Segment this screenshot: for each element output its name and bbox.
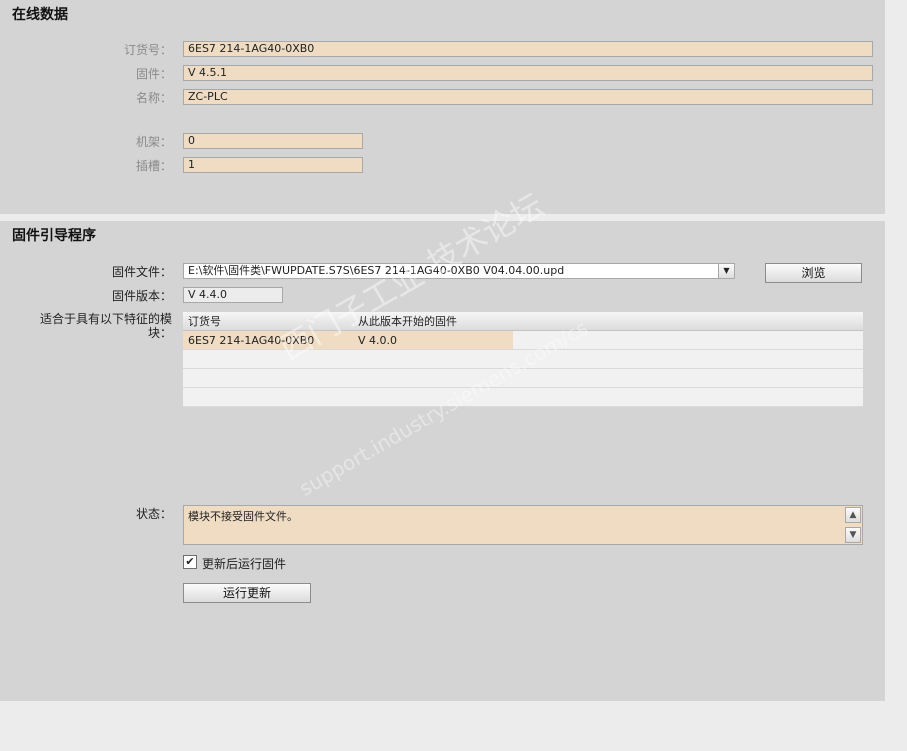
col-firmware-from[interactable]: 从此版本开始的固件	[353, 312, 863, 331]
scroll-up-icon[interactable]: ▲	[845, 507, 861, 523]
run-update-button[interactable]: 运行更新	[183, 583, 311, 603]
table-row[interactable]	[183, 368, 863, 388]
browse-button[interactable]: 浏览	[765, 263, 862, 283]
firmware-version-field: V 4.4.0	[183, 287, 283, 303]
slot-field[interactable]: 1	[183, 157, 363, 173]
firmware-loader-title: 固件引导程序	[12, 228, 96, 244]
name-label: 名称：	[135, 91, 172, 105]
scroll-down-icon[interactable]: ▼	[845, 527, 861, 543]
status-label: 状态：	[135, 507, 172, 521]
chevron-down-icon[interactable]: ▼	[718, 264, 734, 278]
table-row[interactable]	[183, 349, 863, 369]
firmware-version-label: 固件版本：	[111, 289, 172, 303]
run-after-update-label: 更新后运行固件	[202, 557, 287, 571]
firmware-field[interactable]: V 4.5.1	[183, 65, 873, 81]
col-order-no[interactable]: 订货号	[183, 312, 353, 331]
run-after-update-checkbox[interactable]: ✔	[183, 555, 197, 569]
status-textarea[interactable]: 模块不接受固件文件。 ▲ ▼	[183, 505, 863, 545]
order-no-field[interactable]: 6ES7 214-1AG40-0XB0	[183, 41, 873, 57]
firmware-label: 固件：	[135, 67, 172, 81]
rack-field[interactable]: 0	[183, 133, 363, 149]
compatible-modules-label: 适合于具有以下特征的模块：	[39, 312, 172, 340]
checkmark-icon: ✔	[185, 555, 195, 568]
slot-label: 插槽：	[135, 159, 172, 173]
compatible-modules-table: 订货号 从此版本开始的固件 6ES7 214-1AG40-0XB0 V 4.0.…	[183, 312, 863, 407]
cell-order-no: 6ES7 214-1AG40-0XB0	[183, 330, 353, 350]
cell-firmware-from: V 4.0.0	[353, 330, 863, 350]
table-row[interactable]: 6ES7 214-1AG40-0XB0 V 4.0.0	[183, 330, 863, 350]
name-field[interactable]: ZC-PLC	[183, 89, 873, 105]
status-text: 模块不接受固件文件。	[188, 510, 298, 523]
online-data-title: 在线数据	[12, 7, 68, 23]
rack-label: 机架：	[135, 135, 172, 149]
firmware-file-dropdown[interactable]: E:\软件\固件类\FWUPDATE.S7S\6ES7 214-1AG40-0X…	[183, 263, 735, 279]
table-row[interactable]	[183, 387, 863, 407]
firmware-file-path: E:\软件\固件类\FWUPDATE.S7S\6ES7 214-1AG40-0X…	[188, 264, 565, 277]
online-data-section: 在线数据 订货号： 6ES7 214-1AG40-0XB0 固件： V 4.5.…	[0, 0, 885, 214]
order-no-label: 订货号：	[123, 43, 172, 57]
firmware-file-label: 固件文件：	[111, 265, 172, 279]
